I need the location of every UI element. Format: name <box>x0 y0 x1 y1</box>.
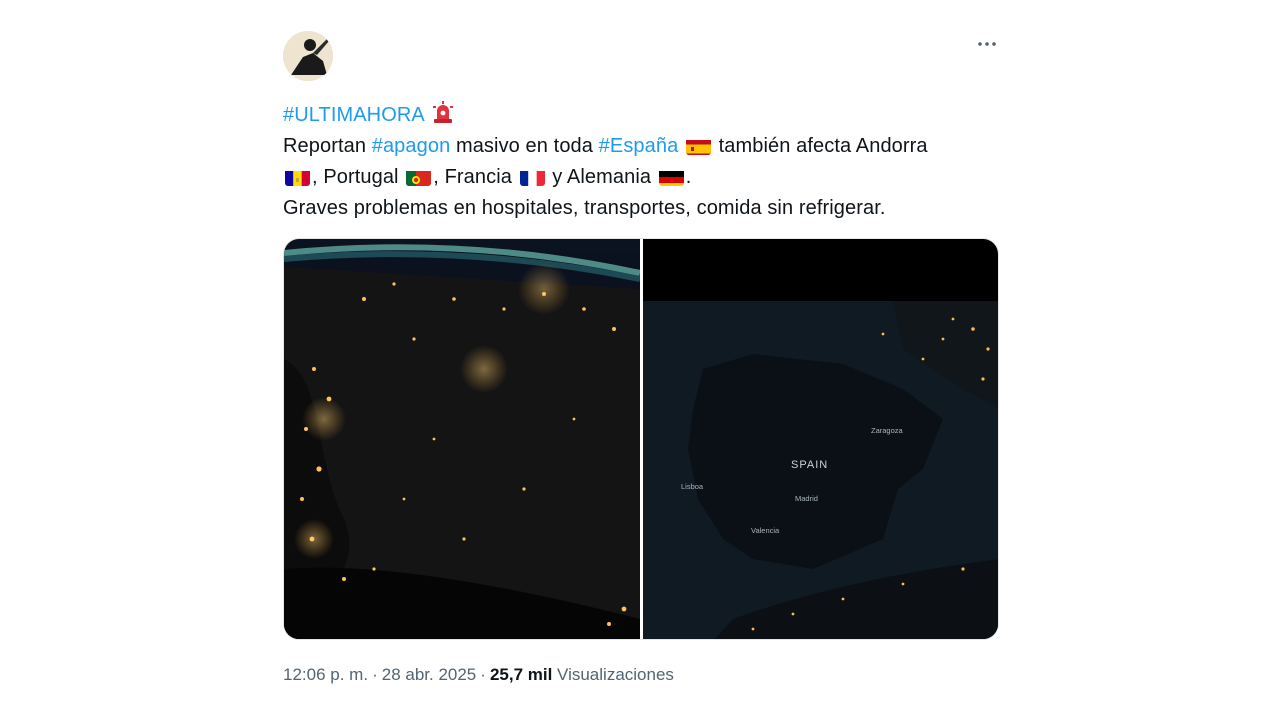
text-fragment: . <box>685 166 692 188</box>
text-fragment: y Alemania <box>546 166 657 188</box>
night-satellite-photo <box>284 239 640 639</box>
media-image-left[interactable] <box>284 239 640 639</box>
text-fragment: también afecta Andorra <box>712 135 928 157</box>
spain-flag-icon <box>685 137 711 155</box>
france-flag-icon <box>519 168 545 186</box>
tweet-meta: 12:06 p. m. · 28 abr. 2025 · 25,7 mil Visual… <box>283 665 999 685</box>
germany-flag-icon <box>658 168 684 186</box>
media-gallery: SPAIN Zaragoza Lisboa Madrid Valencia <box>283 238 999 640</box>
tweet-text: #ULTIMAHORA Reportan #apagon masivo en t… <box>283 100 999 224</box>
andorra-flag-icon <box>285 168 310 186</box>
media-image-right[interactable]: SPAIN Zaragoza Lisboa Madrid Valencia <box>642 239 998 639</box>
map-label-city: Zaragoza <box>871 426 904 435</box>
hashtag-apagon[interactable]: #apagon <box>372 135 451 157</box>
tweet-date[interactable]: 28 abr. 2025 <box>382 665 477 684</box>
map-label-city: Valencia <box>751 526 780 535</box>
police-siren-icon <box>431 100 455 124</box>
portugal-flag-icon <box>406 168 432 186</box>
more-options-icon[interactable] <box>975 32 999 56</box>
map-label-city: Lisboa <box>681 482 704 491</box>
meta-separator: · <box>372 665 378 684</box>
views-count[interactable]: 25,7 mil <box>490 665 552 684</box>
text-fragment: , Francia <box>433 166 518 188</box>
text-line-4: Graves problemas en hospitales, transpor… <box>283 197 886 219</box>
text-fragment: , Portugal <box>312 166 405 188</box>
tweet-time[interactable]: 12:06 p. m. <box>283 665 368 684</box>
text-fragment: Reportan <box>283 135 372 157</box>
avatar[interactable] <box>283 31 333 81</box>
text-fragment: masivo en toda <box>450 135 599 157</box>
views-label: Visualizaciones <box>557 665 674 684</box>
avatar-silhouette-icon <box>283 31 333 81</box>
text-line-2: Reportan #apagon masivo en toda #España … <box>283 131 999 162</box>
map-label-country: SPAIN <box>791 459 828 471</box>
hashtag-ultimahora[interactable]: #ULTIMAHORA <box>283 104 425 126</box>
meta-separator: · <box>480 665 486 684</box>
text-line-3: , Portugal , Francia y Alemania . <box>283 162 999 193</box>
map-photo: SPAIN Zaragoza Lisboa Madrid Valencia <box>642 239 998 639</box>
map-label-city: Madrid <box>795 494 818 503</box>
hashtag-espana[interactable]: #España <box>599 135 679 157</box>
text-line-1: #ULTIMAHORA <box>283 100 999 131</box>
